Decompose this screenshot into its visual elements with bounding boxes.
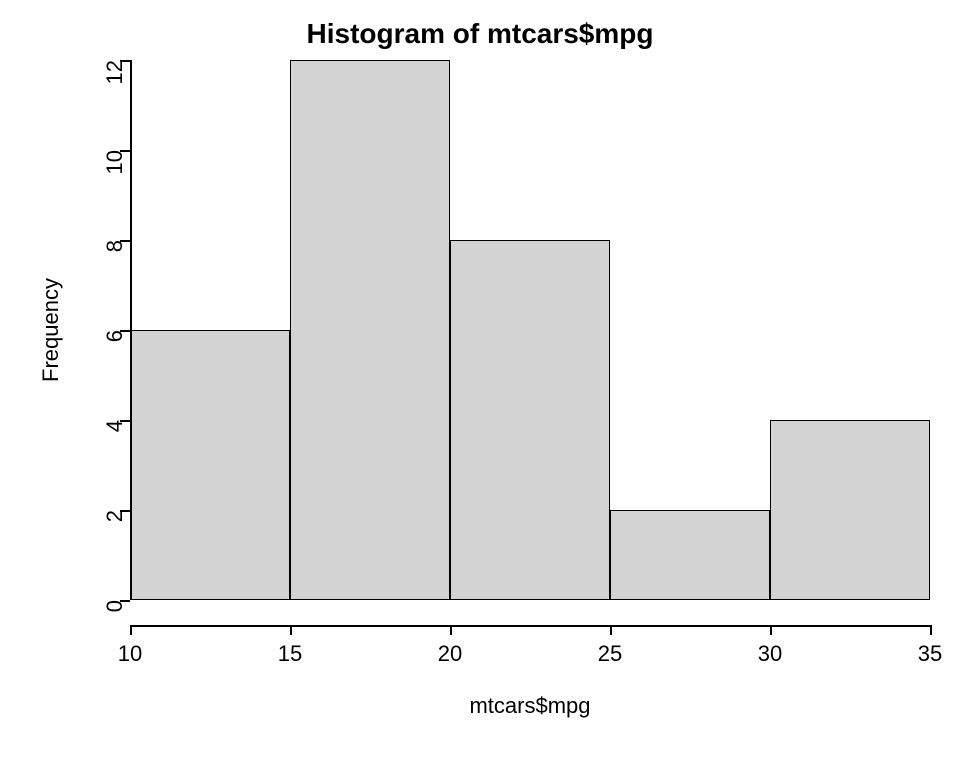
y-tick-label: 2 bbox=[102, 510, 128, 560]
x-axis-label: mtcars$mpg bbox=[130, 693, 930, 719]
x-axis-line bbox=[130, 625, 930, 627]
y-tick-label: 8 bbox=[102, 240, 128, 290]
x-tick-label: 25 bbox=[580, 641, 640, 667]
plot-area bbox=[130, 60, 930, 600]
x-tick bbox=[450, 625, 452, 635]
x-tick bbox=[290, 625, 292, 635]
chart-title: Histogram of mtcars$mpg bbox=[0, 18, 960, 50]
y-tick-label: 12 bbox=[102, 60, 128, 110]
histogram-bar bbox=[130, 330, 290, 600]
x-tick-label: 35 bbox=[900, 641, 960, 667]
y-axis-label: Frequency bbox=[38, 278, 64, 382]
x-tick-label: 30 bbox=[740, 641, 800, 667]
y-tick-label: 0 bbox=[102, 600, 128, 650]
histogram-bar bbox=[770, 420, 930, 600]
x-tick bbox=[130, 625, 132, 635]
y-tick-label: 10 bbox=[102, 150, 128, 200]
x-tick-label: 20 bbox=[420, 641, 480, 667]
x-tick bbox=[770, 625, 772, 635]
y-axis-line bbox=[130, 60, 132, 600]
histogram-bar bbox=[450, 240, 610, 600]
x-tick bbox=[610, 625, 612, 635]
x-tick bbox=[930, 625, 932, 635]
histogram-bar bbox=[610, 510, 770, 600]
y-tick-label: 6 bbox=[102, 330, 128, 380]
histogram-bar bbox=[290, 60, 450, 600]
x-tick-label: 15 bbox=[260, 641, 320, 667]
y-tick-label: 4 bbox=[102, 420, 128, 470]
